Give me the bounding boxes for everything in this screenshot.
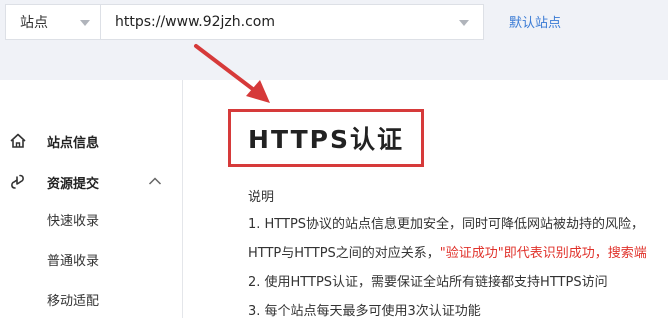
- dropdown-arrow-icon: [459, 20, 469, 26]
- sidebar-item-label: 普通收录: [47, 253, 100, 269]
- description-line-2: HTTP与HTTPS之间的对应关系，"验证成功"即代表识别成功，搜索端: [248, 242, 647, 261]
- sidebar: 站点信息 资源提交 快速收录 普通收录 移动适配: [0, 80, 183, 318]
- chevron-up-icon[interactable]: [148, 176, 162, 186]
- description-heading: 说明: [248, 190, 275, 205]
- page-title: HTTPS认证: [248, 125, 404, 154]
- site-url-value: https://www.92jzh.com: [115, 14, 275, 30]
- dropdown-arrow-icon: [80, 20, 90, 26]
- sidebar-item-site-info[interactable]: 站点信息: [0, 123, 182, 159]
- description-line-1: 1. HTTPS协议的站点信息更加安全，同时可降低网站被劫持的风险，: [248, 217, 645, 232]
- description-line-2-text: HTTP与HTTPS之间的对应关系，: [248, 246, 440, 261]
- sidebar-item-label: 站点信息: [47, 135, 100, 151]
- default-site-link[interactable]: 默认站点: [509, 12, 561, 31]
- top-bar: 站点 https://www.92jzh.com 默认站点: [0, 0, 668, 80]
- link-icon: [11, 174, 24, 189]
- description-line-3: 2. 使用HTTPS认证，需要保证全站所有链接都支持HTTPS访问: [248, 275, 608, 290]
- sidebar-item-label: 移动适配: [47, 293, 100, 309]
- site-type-select[interactable]: 站点: [5, 4, 101, 40]
- site-type-value: 站点: [20, 15, 48, 31]
- sidebar-item-resource-submit[interactable]: 资源提交: [0, 164, 182, 200]
- home-icon: [10, 133, 26, 148]
- page-title-highlight-box: HTTPS认证: [228, 109, 424, 167]
- sidebar-item-normal-index[interactable]: 普通收录: [0, 241, 182, 277]
- sidebar-item-label: 快速收录: [47, 213, 100, 229]
- sidebar-item-label: 资源提交: [47, 176, 100, 192]
- main-content: HTTPS认证 说明 1. HTTPS协议的站点信息更加安全，同时可降低网站被劫…: [184, 80, 668, 319]
- description-line-4: 3. 每个站点每天最多可使用3次认证功能: [248, 304, 481, 319]
- sidebar-item-mobile-adapt[interactable]: 移动适配: [0, 281, 182, 317]
- sidebar-item-fast-index[interactable]: 快速收录: [0, 201, 182, 237]
- site-url-select[interactable]: https://www.92jzh.com: [101, 4, 484, 40]
- description-line-2-highlight: "验证成功"即代表识别成功，搜索端: [439, 246, 647, 261]
